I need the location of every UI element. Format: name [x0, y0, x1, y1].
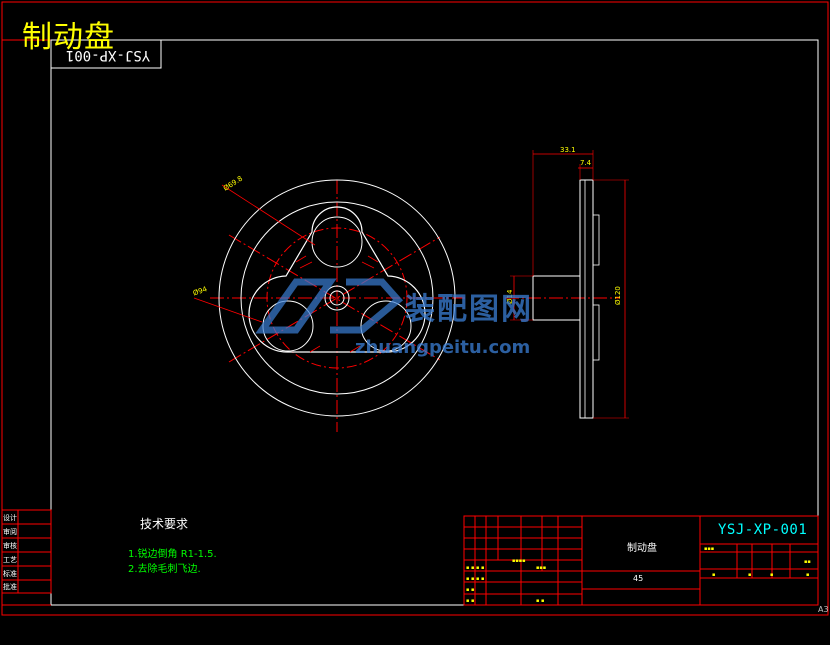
side-slot-top: [592, 214, 600, 266]
svg-text:▪▪▪: ▪▪▪: [704, 546, 714, 552]
side-table-cell: 审核: [3, 542, 17, 550]
svg-text:▪ ▪: ▪ ▪: [476, 576, 484, 582]
side-table-cell: 工艺: [3, 556, 17, 564]
dim-label-7: 7.4: [580, 159, 592, 167]
svg-text:▪▪▪▪: ▪▪▪▪: [512, 558, 526, 564]
dim-label-120: Ø120: [614, 286, 622, 305]
tech-note-1: 1.锐边倒角 R1-1.5.: [128, 549, 217, 560]
dim-leader-94: [193, 297, 263, 323]
drawing-number: YSJ-XP-001: [718, 522, 808, 538]
svg-text:▪: ▪: [712, 572, 715, 578]
side-table-cell: 标准: [3, 570, 17, 578]
svg-text:▪: ▪: [770, 572, 773, 578]
watermark-url: zhuangpeitu.com: [355, 337, 531, 358]
side-slot-bottom: [592, 304, 600, 361]
svg-text:▪: ▪: [806, 572, 809, 578]
svg-text:▪▪: ▪▪: [804, 559, 811, 565]
tech-note-2: 2.去除毛刺飞边.: [128, 564, 201, 575]
side-disc: [579, 179, 594, 419]
mirrored-drawing-code: YSJ-XP-001: [65, 47, 151, 63]
watermark-text: 装配图网: [405, 292, 533, 327]
svg-text:▪ ▪: ▪ ▪: [466, 565, 474, 571]
sheet-size: A3: [818, 605, 829, 614]
side-table-cell: 设计: [3, 514, 17, 522]
tech-requirements-heading: 技术要求: [140, 517, 189, 531]
hole-left: [262, 300, 314, 352]
side-table-cell: 批准: [3, 583, 17, 591]
dim-leader-69: [221, 184, 316, 246]
svg-text:▪ ▪: ▪ ▪: [466, 576, 474, 582]
svg-text:▪ ▪: ▪ ▪: [536, 598, 544, 604]
svg-text:▪ ▪: ▪ ▪: [476, 565, 484, 571]
svg-text:▪ ▪: ▪ ▪: [466, 587, 474, 593]
svg-text:▪▪▪: ▪▪▪: [536, 565, 546, 571]
material: 45: [633, 574, 644, 583]
part-name: 制动盘: [627, 543, 657, 554]
svg-text:▪ ▪: ▪ ▪: [466, 598, 474, 604]
svg-text:▪: ▪: [748, 572, 751, 578]
dim-label-33: 33.1: [560, 146, 576, 154]
side-table-cell: 审阅: [3, 528, 17, 536]
